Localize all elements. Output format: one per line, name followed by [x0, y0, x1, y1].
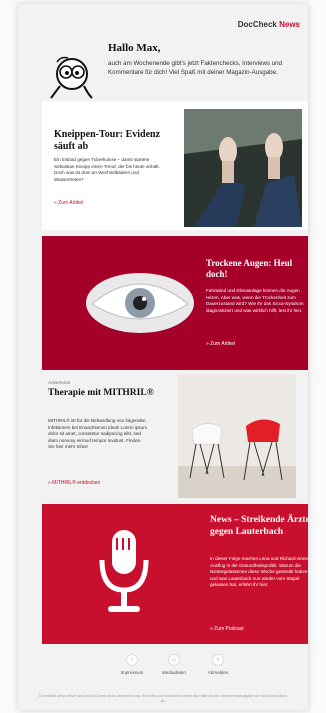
greeting-title: Hallo Max,: [108, 42, 161, 54]
footer-link-label: Mediadaten: [161, 670, 186, 675]
article-teaser: MITHRIL® ist für die Behandlung von folg…: [48, 418, 148, 450]
brand-name: DocCheck: [237, 20, 277, 29]
article-kneipp: Kneippen-Tour: Evidenz säuft ab Ein Eisb…: [42, 101, 308, 230]
feet-water-image[interactable]: [184, 109, 302, 227]
newsletter: DocCheck News Hallo Max, auch am Wochene…: [18, 4, 308, 710]
article-link[interactable]: » Zum Artikel: [54, 200, 83, 206]
advertorial-mithril: Advertorial Therapie mit MITHRIL® MITHRI…: [18, 374, 308, 500]
mascot-icon: [50, 56, 93, 99]
podcast-link[interactable]: » Zum Podcast: [210, 626, 244, 632]
monitor-icon: ▭: [168, 654, 180, 666]
article-link[interactable]: » MITHRIL® entdecken: [48, 480, 100, 486]
chairs-image[interactable]: [178, 374, 296, 498]
brand-suffix: News: [279, 20, 300, 29]
brand-logo[interactable]: DocCheck News: [238, 20, 300, 29]
close-icon: ×: [212, 654, 224, 666]
footer-mediadaten[interactable]: ▭ Mediadaten: [154, 654, 194, 675]
info-icon: i: [126, 654, 138, 666]
article-title[interactable]: Trockene Augen: Heul doch!: [206, 258, 308, 280]
footer-links: i Impressum ▭ Mediadaten × Abmelden: [18, 654, 308, 684]
article-dry-eyes: Trockene Augen: Heul doch! Fahrtwind und…: [42, 236, 308, 370]
advertorial-label: Advertorial: [48, 380, 70, 385]
greeting-text: auch am Wochenende gibt's jetzt Faktench…: [108, 60, 283, 76]
article-title[interactable]: Kneippen-Tour: Evidenz säuft ab: [54, 129, 174, 153]
article-teaser: Ein Eisbad gegen Tuberkulose – damit sta…: [54, 157, 160, 182]
footer-link-label: Abmelden: [207, 670, 229, 675]
microphone-icon[interactable]: [94, 526, 154, 618]
footer-abmelden[interactable]: × Abmelden: [198, 654, 238, 675]
podcast-strike: News – Streikende Ärzte gegen Lauterbach…: [42, 504, 308, 644]
footer-link-label: Impressum: [120, 670, 144, 675]
article-title[interactable]: Therapie mit MITHRIL®: [48, 387, 158, 399]
article-title[interactable]: News – Streikende Ärzte gegen Lauterbach: [210, 514, 308, 538]
article-teaser: In dieser Folge machen Lena und Richard …: [210, 556, 308, 588]
footer-impressum[interactable]: i Impressum: [112, 654, 152, 675]
article-link[interactable]: » Zum Artikel: [206, 341, 235, 347]
footer-legal-text: Du erhältst diese eMail, weil du DocChec…: [38, 694, 288, 703]
eye-image[interactable]: [84, 270, 196, 336]
article-teaser: Fahrtwind und Klimaanlage können die Aug…: [206, 288, 304, 313]
